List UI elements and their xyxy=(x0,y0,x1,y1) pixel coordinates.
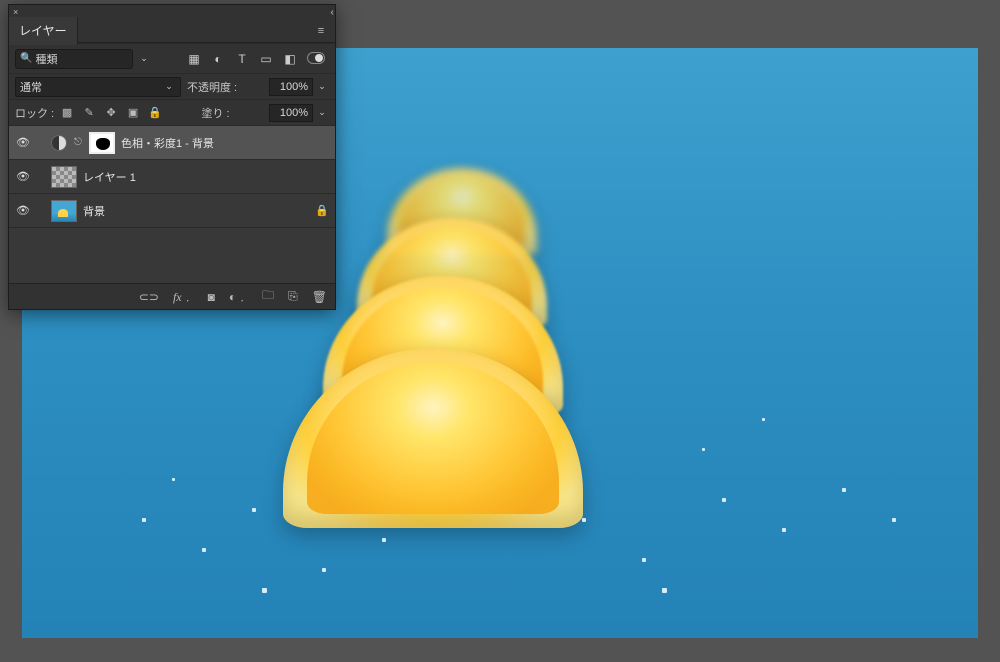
lock-label: ロック : xyxy=(15,105,54,121)
lock-row: ロック : ▩ ✎ ✥ ▣ 🔒 塗り : 100% ⌄ xyxy=(9,99,335,125)
lock-position-icon[interactable]: ✥ xyxy=(104,106,118,119)
opacity-input[interactable]: 100% xyxy=(269,78,313,96)
fill-input[interactable]: 100% xyxy=(269,104,313,122)
filter-smart-icon[interactable]: ◧ xyxy=(283,52,297,66)
lock-transparency-icon[interactable]: ▩ xyxy=(60,106,74,119)
filter-type-label: 種類 xyxy=(35,51,57,67)
visibility-toggle-icon[interactable]: 👁 xyxy=(15,170,31,183)
fill-label: 塗り : xyxy=(202,105,230,121)
blend-mode-select[interactable]: 通常 ⌄ xyxy=(15,77,181,97)
layers-panel: × ‹‹ レイヤー ≡ 🔍 種類 ⌄ ▦ ◐ T ▭ ◧ 通常 ⌄ 不透明度 : xyxy=(8,4,336,310)
blend-mode-label: 通常 xyxy=(20,79,42,95)
close-icon[interactable]: × xyxy=(13,7,18,17)
chevron-down-icon[interactable]: ⌄ xyxy=(137,53,151,64)
filter-type-icon[interactable]: T xyxy=(235,52,249,66)
filter-pixel-icon[interactable]: ▦ xyxy=(187,52,201,66)
blend-row: 通常 ⌄ 不透明度 : 100% ⌄ xyxy=(9,73,335,99)
layer-name[interactable]: 背景 xyxy=(83,203,105,219)
layer-fx-icon[interactable]: fx﹒ xyxy=(173,288,194,305)
layer-row[interactable]: 👁 レイヤー 1 xyxy=(9,159,335,193)
search-icon: 🔍 xyxy=(20,53,32,64)
lock-all-icon[interactable]: 🔒 xyxy=(148,106,162,119)
panel-menu-icon[interactable]: ≡ xyxy=(313,25,329,37)
lock-pixels-icon[interactable]: ✎ xyxy=(82,106,96,119)
new-group-icon[interactable]: 🗀 xyxy=(262,286,274,307)
lock-artboard-icon[interactable]: ▣ xyxy=(126,106,140,119)
new-adjustment-icon[interactable]: ◐﹒ xyxy=(229,288,248,305)
layer-name[interactable]: 色相・彩度1 - 背景 xyxy=(121,135,214,151)
delete-layer-icon[interactable]: 🗑 xyxy=(312,290,327,304)
link-layers-icon[interactable]: ⊂⊃ xyxy=(139,290,159,304)
new-layer-icon[interactable]: ⎘ xyxy=(288,289,298,304)
chevron-down-icon[interactable]: ⌄ xyxy=(315,107,329,118)
filter-shape-icon[interactable]: ▭ xyxy=(259,52,273,66)
lock-icon[interactable]: 🔒 xyxy=(315,204,329,217)
layer-thumbnail[interactable] xyxy=(51,200,77,222)
layer-name[interactable]: レイヤー 1 xyxy=(83,169,136,185)
chevron-down-icon: ⌄ xyxy=(162,81,176,92)
filter-adjust-icon[interactable]: ◐ xyxy=(211,52,225,66)
layer-mask-thumbnail[interactable] xyxy=(89,132,115,154)
add-mask-icon[interactable]: ◙ xyxy=(208,290,215,304)
visibility-toggle-icon[interactable]: 👁 xyxy=(15,136,31,149)
layer-filter-row: 🔍 種類 ⌄ ▦ ◐ T ▭ ◧ xyxy=(9,43,335,73)
panel-footer: ⊂⊃ fx﹒ ◙ ◐﹒ 🗀 ⎘ 🗑 xyxy=(9,283,335,309)
layers-list: 👁 ⎋ 色相・彩度1 - 背景 👁 レイヤー 1 👁 背景 🔒 xyxy=(9,125,335,227)
layers-empty-area[interactable] xyxy=(9,227,335,283)
chevron-down-icon[interactable]: ⌄ xyxy=(315,81,329,92)
filter-toggle-icon[interactable] xyxy=(307,52,325,64)
collapse-icon[interactable]: ‹‹ xyxy=(330,7,331,18)
panel-tab-layers[interactable]: レイヤー xyxy=(9,17,78,45)
layer-row[interactable]: 👁 背景 🔒 xyxy=(9,193,335,227)
layer-row[interactable]: 👁 ⎋ 色相・彩度1 - 背景 xyxy=(9,125,335,159)
opacity-label: 不透明度 : xyxy=(187,79,237,95)
mask-link-icon[interactable]: ⎋ xyxy=(73,137,83,148)
adjustment-layer-icon xyxy=(51,135,67,151)
visibility-toggle-icon[interactable]: 👁 xyxy=(15,204,31,217)
layer-thumbnail[interactable] xyxy=(51,166,77,188)
filter-type-select[interactable]: 🔍 種類 xyxy=(15,49,133,69)
